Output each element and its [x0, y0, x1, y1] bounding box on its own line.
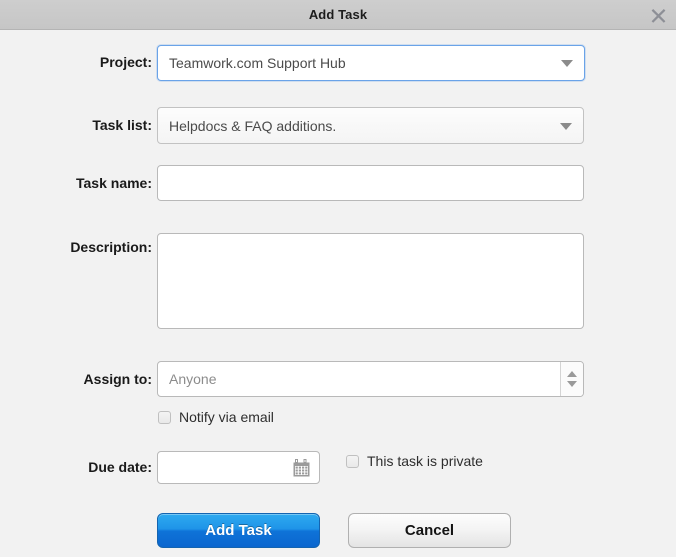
notify-via-email-checkbox[interactable]: Notify via email	[158, 409, 274, 425]
calendar-icon[interactable]	[293, 458, 310, 477]
project-label: Project:	[99, 54, 152, 70]
chevron-down-icon	[561, 60, 573, 67]
due-date-input[interactable]	[157, 451, 320, 484]
task-name-input-value	[169, 166, 549, 200]
notify-via-email-label: Notify via email	[179, 409, 274, 425]
due-date-label: Due date:	[88, 459, 152, 475]
task-private-label: This task is private	[367, 453, 483, 469]
task-private-checkbox[interactable]: This task is private	[346, 453, 483, 469]
triangle-up-icon[interactable]	[567, 371, 577, 377]
project-select-value: Teamwork.com Support Hub	[169, 55, 346, 71]
project-select[interactable]: Teamwork.com Support Hub	[157, 45, 585, 81]
dialog-titlebar: Add Task	[0, 0, 676, 30]
task-list-select-value: Helpdocs & FAQ additions.	[169, 117, 337, 134]
due-date-input-value	[169, 452, 289, 483]
task-list-select[interactable]: Helpdocs & FAQ additions.	[157, 107, 584, 144]
chevron-down-icon	[560, 122, 572, 130]
checkbox-box[interactable]	[158, 410, 171, 424]
assign-to-label: Assign to:	[83, 371, 152, 387]
assign-to-placeholder: Anyone	[169, 371, 217, 387]
task-name-label: Task name:	[76, 175, 152, 191]
cancel-button[interactable]: Cancel	[348, 513, 511, 548]
add-task-button[interactable]: Add Task	[157, 513, 320, 548]
assign-to-stepper[interactable]	[560, 362, 583, 396]
description-textarea[interactable]	[157, 233, 584, 329]
checkbox-box[interactable]	[346, 454, 359, 468]
task-list-label: Task list:	[92, 117, 152, 133]
assign-to-input[interactable]: Anyone	[157, 361, 584, 397]
dialog-title: Add Task	[308, 7, 368, 22]
close-icon[interactable]	[646, 4, 670, 27]
description-label: Description:	[70, 239, 152, 255]
add-task-dialog: Add Task Project: Teamwork.com Support H…	[0, 0, 676, 557]
triangle-down-icon[interactable]	[567, 381, 577, 387]
task-name-input[interactable]	[157, 165, 584, 201]
